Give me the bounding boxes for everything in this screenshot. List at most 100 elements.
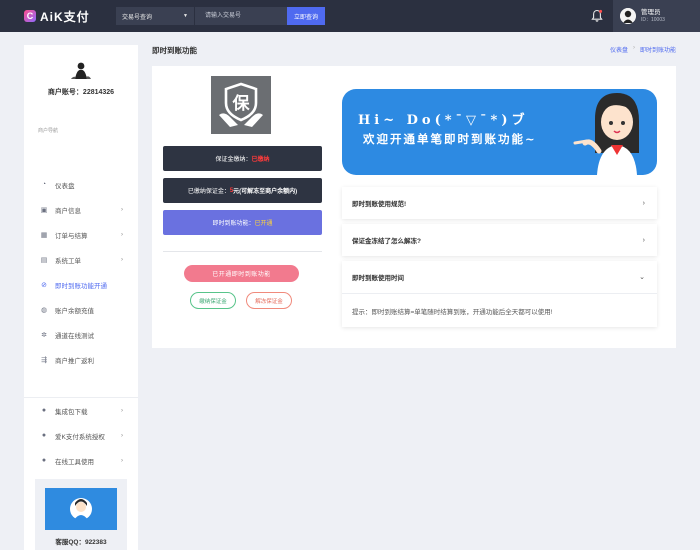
user-avatar-icon (620, 8, 636, 24)
share-icon: ⇶ (41, 356, 47, 364)
sidebar-item[interactable]: ⊘ 即时到账功能开通 (24, 272, 138, 297)
shield-char: 保 (232, 93, 251, 114)
support-card: 客服QQ：922383 (35, 479, 127, 550)
sidebar-item-label: 即时到账功能开通 (55, 282, 107, 290)
content-panel: 保 保证金缴纳： 已缴纳 已缴纳保证金： 5 元(可解冻至商户余额内) 即时到账… (152, 66, 676, 348)
gear-icon: ✲ (41, 331, 47, 339)
sidebar-item[interactable]: ● 在线工具使用 › (24, 448, 138, 473)
welcome-banner: Hi~ Do(*¯▽¯*)ブ 欢迎开通单笔即时到账功能~ (342, 89, 657, 175)
instant-function-bar: 即时到账功能： 已开通 (163, 210, 322, 235)
chevron-right-icon: › (121, 206, 123, 213)
chevron-right-icon: › (642, 199, 645, 207)
ticket-icon: ▤ (40, 256, 48, 264)
sidebar-item-label: 商户推广返利 (55, 357, 94, 365)
deposit-status-value: 已缴纳 (251, 157, 270, 163)
sidebar-item[interactable]: ⇶ 商户推广返利 (24, 347, 138, 372)
logo[interactable]: C AiK支付 (24, 8, 116, 25)
unfreeze-deposit-button[interactable]: 解冻保证金 (246, 292, 292, 309)
coins-icon: ◍ (40, 306, 48, 314)
instant-function-value: 已开通 (254, 221, 273, 227)
support-image (45, 488, 117, 530)
sidebar-item[interactable]: ● 爱K支付系统授权 › (24, 423, 138, 448)
sidebar-item[interactable]: ◔ 仪表盘 (24, 172, 138, 197)
grid-icon: ▦ (40, 231, 48, 239)
instant-function-label: 即时到账功能： (212, 221, 255, 227)
faq-question: 即时到账使用规范! (352, 201, 407, 208)
deposit-panel: 保 保证金缴纳： 已缴纳 已缴纳保证金： 5 元(可解冻至商户余额内) 即时到账… (152, 66, 336, 348)
circle-icon: ● (41, 432, 47, 439)
search-input[interactable] (194, 7, 287, 25)
faq-item-unfreeze[interactable]: 保证金冻结了怎么解冻? › (342, 224, 657, 256)
search-button[interactable]: 立即查询 (287, 7, 325, 25)
sidebar-item[interactable]: ✲ 通道在线测试 (24, 322, 138, 347)
faq-item-usage-time[interactable]: 即时到账使用时间 ⌄ 提示：即时到账结算=单笔随时结算到账，开通功能后全天都可以… (342, 261, 657, 327)
divider (163, 251, 322, 252)
sidebar-item-label: 通道在线测试 (55, 332, 94, 340)
support-avatar-icon (70, 498, 92, 520)
sidebar-item-label: 仪表盘 (55, 182, 75, 190)
faq-item-usage-rules[interactable]: 即时到账使用规范! › (342, 187, 657, 219)
sidebar-item[interactable]: ▤ 系统工单 › (24, 247, 138, 272)
breadcrumb-dashboard[interactable]: 仪表盘 (610, 45, 628, 54)
sidebar-item-label: 系统工单 (55, 257, 81, 265)
user-name: 管理员 (641, 8, 661, 16)
sidebar-item[interactable]: ◍ 账户余额充值 (24, 297, 138, 322)
dashboard-icon: ◔ (41, 181, 47, 188)
sidebar-item[interactable]: ● 集成包下载 › (24, 398, 138, 423)
chevron-right-icon: › (121, 407, 123, 414)
deposit-amount-bar: 已缴纳保证金： 5 元(可解冻至商户余额内) (163, 178, 322, 203)
shield-hands-icon: 保 (219, 82, 263, 127)
user-menu[interactable]: 管理员 ID：10003 (613, 0, 700, 32)
deposit-status-label: 保证金缴纳： (215, 157, 252, 163)
id-card-icon: ▣ (40, 206, 48, 214)
breadcrumb-separator: › (632, 45, 635, 51)
search-type-select[interactable]: 交易号查询 ▼ (116, 7, 194, 25)
faq-question: 保证金冻结了怎么解冻? (352, 238, 421, 245)
sidebar-item[interactable]: ▦ 订单与结算 › (24, 222, 138, 247)
deposit-logo: 保 (211, 76, 271, 134)
chevron-right-icon: › (121, 457, 123, 464)
user-avatar (620, 8, 636, 24)
pay-deposit-button[interactable]: 缴纳保证金 (190, 292, 236, 309)
sidebar-item-label: 订单与结算 (55, 232, 88, 240)
logo-text: AiK支付 (40, 9, 90, 24)
girl-illustration (573, 93, 639, 175)
chevron-down-icon: ⌄ (639, 274, 645, 281)
sidebar-item-label: 商户信息 (55, 207, 81, 215)
user-id: ID：10003 (641, 16, 665, 23)
faq-answer: 提示：即时到账结算=单笔随时结算到账，开通功能后全天都可以使用! (342, 293, 657, 328)
support-qq: 客服QQ：922383 (55, 539, 107, 546)
deposit-amount-suffix: 元(可解冻至商户余额内) (233, 189, 298, 195)
nav-heading: 商户导航 (38, 128, 59, 134)
bell-icon[interactable] (591, 9, 603, 23)
merchant-account: 商户账号：22814326 (47, 89, 115, 96)
breadcrumb-current[interactable]: 即时到账功能 (640, 45, 676, 54)
search-type-value: 交易号查询 (122, 14, 153, 21)
chevron-right-icon: › (121, 231, 123, 238)
chevron-right-icon: › (121, 432, 123, 439)
search-group: 交易号查询 ▼ 立即查询 (116, 7, 325, 25)
breadcrumb: 仪表盘 › 即时到账功能 (610, 45, 676, 54)
sidebar-item[interactable]: ▣ 商户信息 › (24, 197, 138, 222)
logo-mark: C (24, 10, 36, 22)
page-title: 即时到账功能 (152, 46, 197, 55)
sidebar-item-label: 爱K支付系统授权 (55, 433, 105, 441)
sidebar-item-label: 集成包下载 (55, 408, 88, 416)
deposit-amount-label: 已缴纳保证金： (187, 189, 230, 195)
link-icon: ⊘ (41, 281, 47, 289)
chevron-right-icon: › (121, 256, 123, 263)
sidebar-item-label: 账户余额充值 (55, 307, 94, 315)
deposit-status-bar: 保证金缴纳： 已缴纳 (163, 146, 322, 171)
sidebar: 商户账号：22814326 商户导航 ◔ 仪表盘 ▣ 商户信息 › ▦ 订单与结算 › ▤ 系统工… (24, 45, 138, 550)
top-bar: C AiK支付 交易号查询 ▼ 立即查询 管理员 ID：10003 (0, 0, 700, 32)
banner-line1: Hi~ Do(*¯▽¯*)ブ (358, 113, 529, 128)
banner-line2: 欢迎开通单笔即时到账功能~ (363, 132, 537, 146)
circle-icon: ● (41, 457, 47, 464)
caret-down-icon: ▼ (183, 13, 188, 19)
opened-button[interactable]: 已开通即时到账功能 (184, 265, 299, 282)
merchant-avatar-icon (71, 62, 91, 79)
sidebar-nav: ◔ 仪表盘 ▣ 商户信息 › ▦ 订单与结算 › ▤ 系统工单 › ⊘ 即时到账功能开通 ◍ 账户余额充值 ✲… (24, 172, 138, 372)
faq-question: 即时到账使用时间 (352, 275, 404, 282)
chevron-right-icon: › (642, 236, 645, 244)
sidebar-item-label: 在线工具使用 (55, 458, 94, 466)
